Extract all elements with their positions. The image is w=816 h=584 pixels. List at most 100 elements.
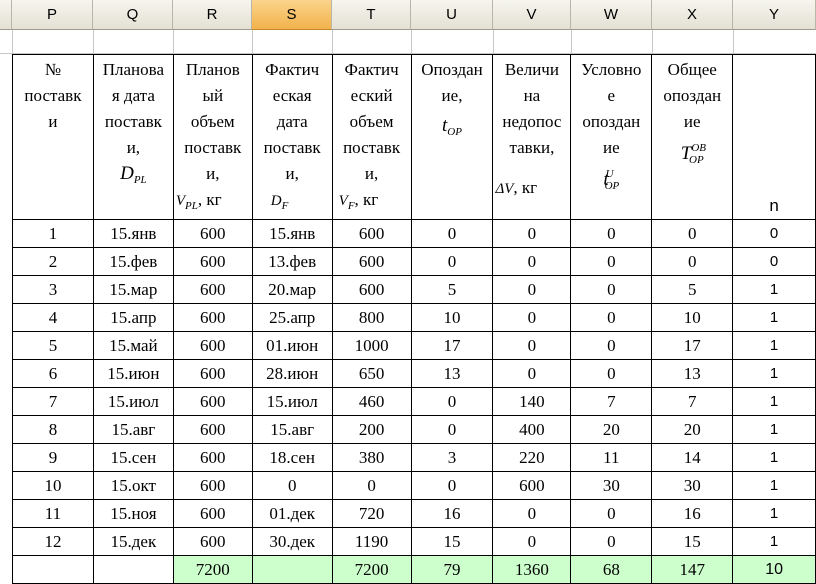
cell-Y[interactable]: 1 bbox=[732, 303, 816, 332]
cell-Q[interactable]: 15.янв bbox=[92, 219, 174, 248]
cell-T[interactable]: 1190 bbox=[331, 527, 412, 556]
cell-T[interactable]: 380 bbox=[331, 443, 412, 472]
cell-Y[interactable]: 1 bbox=[732, 415, 816, 444]
total-cell-U[interactable]: 79 bbox=[410, 555, 494, 584]
cell-U[interactable]: 16 bbox=[410, 499, 494, 528]
cell-S[interactable]: 25.апр bbox=[251, 303, 333, 332]
cell-X[interactable]: 5 bbox=[651, 275, 734, 304]
cell-W[interactable]: 0 bbox=[570, 219, 653, 248]
cell-S[interactable]: 20.мар bbox=[251, 275, 333, 304]
cell-V[interactable]: 140 bbox=[492, 387, 572, 416]
cell-P[interactable]: 9 bbox=[12, 443, 94, 472]
cell-P[interactable]: 6 bbox=[12, 359, 94, 388]
cell-Y[interactable]: 1 bbox=[732, 359, 816, 388]
header-cell-U[interactable]: Опоздан ие, tOP bbox=[410, 54, 494, 220]
cell-X[interactable]: 16 bbox=[651, 499, 734, 528]
cell-X[interactable]: 17 bbox=[651, 331, 734, 360]
total-cell-X[interactable]: 147 bbox=[651, 555, 734, 584]
cell-Q[interactable]: 15.мар bbox=[92, 275, 174, 304]
cell-T[interactable]: 600 bbox=[331, 247, 412, 276]
column-header-V[interactable]: V bbox=[493, 0, 571, 30]
cell-P[interactable]: 1 bbox=[12, 219, 94, 248]
cell-V[interactable]: 0 bbox=[492, 275, 572, 304]
column-header-Y[interactable]: Y bbox=[733, 0, 816, 30]
cell-V[interactable]: 600 bbox=[492, 471, 572, 500]
column-header-P[interactable]: P bbox=[12, 0, 93, 30]
cell-W[interactable]: 0 bbox=[570, 247, 653, 276]
cell-Y[interactable]: 1 bbox=[732, 499, 816, 528]
cell-T[interactable]: 600 bbox=[331, 275, 412, 304]
cell-U[interactable]: 0 bbox=[410, 247, 494, 276]
cell-V[interactable]: 220 bbox=[492, 443, 572, 472]
cell-P[interactable]: 11 bbox=[12, 499, 94, 528]
cell-S[interactable]: 15.авг bbox=[251, 415, 333, 444]
cell-T[interactable]: 800 bbox=[331, 303, 412, 332]
cell-U[interactable]: 17 bbox=[410, 331, 494, 360]
cell-S[interactable]: 0 bbox=[251, 471, 333, 500]
cell-P[interactable]: 12 bbox=[12, 527, 94, 556]
cell-X[interactable]: 13 bbox=[651, 359, 734, 388]
header-cell-Y[interactable]: n bbox=[732, 54, 816, 220]
cell-R[interactable]: 600 bbox=[172, 303, 253, 332]
total-cell-Y[interactable]: 10 bbox=[732, 555, 816, 584]
cell-P[interactable]: 3 bbox=[12, 275, 94, 304]
cell-Y[interactable]: 1 bbox=[732, 443, 816, 472]
cell-Y[interactable]: 1 bbox=[732, 331, 816, 360]
cell-X[interactable]: 0 bbox=[651, 219, 734, 248]
cell-X[interactable]: 14 bbox=[651, 443, 734, 472]
cell-V[interactable]: 0 bbox=[492, 303, 572, 332]
cell-S[interactable]: 15.янв bbox=[251, 219, 333, 248]
cell-X[interactable]: 20 bbox=[651, 415, 734, 444]
cell-U[interactable]: 3 bbox=[410, 443, 494, 472]
cell-T[interactable]: 460 bbox=[331, 387, 412, 416]
cell-U[interactable]: 0 bbox=[410, 219, 494, 248]
cell-S[interactable]: 01.июн bbox=[251, 331, 333, 360]
cell-P[interactable]: 8 bbox=[12, 415, 94, 444]
cell-T[interactable]: 0 bbox=[331, 471, 412, 500]
cell-R[interactable]: 600 bbox=[172, 331, 253, 360]
cell-Q[interactable]: 15.апр bbox=[92, 303, 174, 332]
cell-S[interactable]: 18.сен bbox=[251, 443, 333, 472]
cell-W[interactable]: 11 bbox=[570, 443, 653, 472]
cell-R[interactable]: 600 bbox=[172, 247, 253, 276]
header-cell-Q[interactable]: Планова я дата поставк и, DPL bbox=[92, 54, 174, 220]
cell-Y[interactable]: 1 bbox=[732, 471, 816, 500]
cell-P[interactable]: 5 bbox=[12, 331, 94, 360]
cell-R[interactable]: 600 bbox=[172, 443, 253, 472]
cell-U[interactable]: 0 bbox=[410, 387, 494, 416]
cell-R[interactable]: 600 bbox=[172, 415, 253, 444]
total-cell-R[interactable]: 7200 bbox=[172, 555, 253, 584]
total-cell-W[interactable]: 68 bbox=[570, 555, 653, 584]
cell-W[interactable]: 0 bbox=[570, 331, 653, 360]
cell-S[interactable]: 01.дек bbox=[251, 499, 333, 528]
cell-Q[interactable]: 15.окт bbox=[92, 471, 174, 500]
header-cell-R[interactable]: Планов ый объем поставк и, VPL, кг bbox=[172, 54, 253, 220]
cell-W[interactable]: 7 bbox=[570, 387, 653, 416]
cell-Q[interactable]: 15.авг bbox=[92, 415, 174, 444]
cell-U[interactable]: 13 bbox=[410, 359, 494, 388]
cell-R[interactable]: 600 bbox=[172, 219, 253, 248]
cell-Y[interactable]: 1 bbox=[732, 275, 816, 304]
cell-R[interactable]: 600 bbox=[172, 387, 253, 416]
cell-S[interactable]: 15.июл bbox=[251, 387, 333, 416]
cell-P[interactable]: 7 bbox=[12, 387, 94, 416]
cell-P[interactable]: 10 bbox=[12, 471, 94, 500]
column-header-U[interactable]: U bbox=[411, 0, 493, 30]
column-header-S[interactable]: S bbox=[252, 0, 332, 30]
cell-T[interactable]: 600 bbox=[331, 219, 412, 248]
header-cell-W[interactable]: Условно е опоздан ие tUOP bbox=[570, 54, 653, 220]
cell-Q[interactable]: 15.сен bbox=[92, 443, 174, 472]
cell-W[interactable]: 0 bbox=[570, 359, 653, 388]
cell-R[interactable]: 600 bbox=[172, 275, 253, 304]
cell-U[interactable]: 15 bbox=[410, 527, 494, 556]
cell-T[interactable]: 1000 bbox=[331, 331, 412, 360]
cell-Y[interactable]: 0 bbox=[732, 219, 816, 248]
select-all-corner[interactable] bbox=[0, 0, 12, 30]
cell-Q[interactable]: 15.июн bbox=[92, 359, 174, 388]
cell-X[interactable]: 15 bbox=[651, 527, 734, 556]
cell-V[interactable]: 0 bbox=[492, 219, 572, 248]
cell-U[interactable]: 0 bbox=[410, 415, 494, 444]
cell-V[interactable]: 0 bbox=[492, 499, 572, 528]
cell-V[interactable]: 0 bbox=[492, 527, 572, 556]
cell-X[interactable]: 10 bbox=[651, 303, 734, 332]
